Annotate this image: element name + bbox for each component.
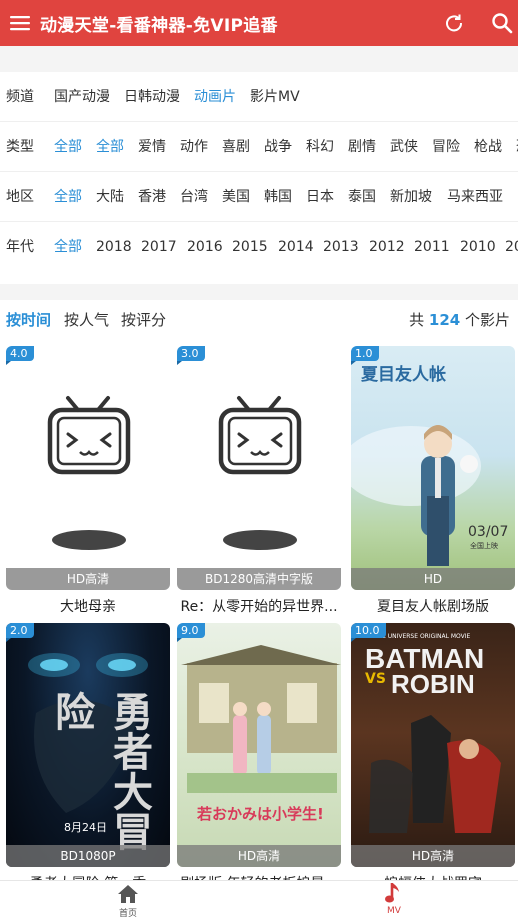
rating-badge: 4.0 xyxy=(6,346,34,365)
poster-release-date: 03/07 xyxy=(468,524,509,540)
filter-label-type: 类型 xyxy=(6,139,34,155)
filter-label-channel: 频道 xyxy=(6,89,34,105)
top-bar: 动漫天堂-看番神器-免VIP追番 xyxy=(0,0,518,46)
filter-option[interactable]: 武侠 xyxy=(390,122,418,171)
sort-bar: 按时间 按人气 按评分 共 124 个影片 xyxy=(0,300,518,340)
filter-option-selected[interactable]: 全部 xyxy=(54,172,82,221)
search-icon[interactable] xyxy=(490,11,514,35)
movie-poster[interactable]: 1.0 夏目友人帐 03/07 全国上映 HD xyxy=(351,346,515,590)
filter-option[interactable]: 韩国 xyxy=(264,172,292,221)
quality-label: BD1280高清中字版 xyxy=(177,568,341,590)
quality-label: HD xyxy=(351,568,515,590)
movie-grid: 4.0 HD高清 大地母亲 3.0 BD1280高清中字版 Re：从零开始的异世… xyxy=(0,340,518,892)
menu-icon[interactable] xyxy=(0,0,40,46)
filter-option[interactable]: 枪战 xyxy=(474,122,502,171)
filter-option[interactable]: 战争 xyxy=(264,122,292,171)
movie-title[interactable]: 夏目友人帐剧场版 xyxy=(351,596,515,616)
filter-option[interactable]: 国产动漫 xyxy=(54,72,110,121)
filter-option[interactable]: 2010 xyxy=(460,222,496,272)
filter-option[interactable]: 2011 xyxy=(414,222,450,272)
movie-poster[interactable]: 3.0 BD1280高清中字版 xyxy=(177,346,341,590)
nav-home[interactable]: 首页 xyxy=(88,881,168,918)
quality-label: BD1080P xyxy=(6,845,170,867)
rating-badge: 2.0 xyxy=(6,623,34,642)
movie-poster[interactable]: 9.0 若おかみは小学生! HD高清 xyxy=(177,623,341,867)
filter-option[interactable]: 2012 xyxy=(369,222,405,272)
filter-option-selected[interactable]: 动画片 xyxy=(194,72,236,121)
music-note-icon xyxy=(385,883,399,903)
quality-label: HD高清 xyxy=(351,845,515,867)
filter-label-region: 地区 xyxy=(6,189,34,205)
filter-option-selected[interactable]: 全部 xyxy=(96,122,124,171)
total-prefix: 共 xyxy=(409,311,425,329)
filter-option[interactable]: 台湾 xyxy=(180,172,208,221)
filter-panel: 频道 国产动漫 日韩动漫 动画片 影片MV 类型 全部 全部 爱情 动作 喜剧 … xyxy=(0,72,518,284)
filter-row-region: 地区 全部 大陆 香港 台湾 美国 韩国 日本 泰国 新加坡 马来西亚 xyxy=(0,172,518,222)
filter-option[interactable]: 香港 xyxy=(138,172,166,221)
poster-art xyxy=(369,715,501,833)
rating-badge: 10.0 xyxy=(351,623,386,642)
rating-badge: 9.0 xyxy=(177,623,205,642)
filter-option[interactable]: 泰国 xyxy=(348,172,376,221)
refresh-icon[interactable] xyxy=(442,11,466,35)
sort-by-time[interactable]: 按时间 xyxy=(6,300,51,340)
movie-poster[interactable]: 2.0 勇者大冒险 8月24日 BD1080P xyxy=(6,623,170,867)
poster-release-note: 全国上映 xyxy=(470,542,498,550)
movie-poster[interactable]: 10.0 DC UNIVERSE ORIGINAL MOVIE BATMAN V… xyxy=(351,623,515,867)
filter-option[interactable]: 冒险 xyxy=(432,122,460,171)
poster-release-date: 8月24日 xyxy=(64,821,107,834)
filter-option[interactable]: 日韩动漫 xyxy=(124,72,180,121)
filter-option-selected[interactable]: 全部 xyxy=(54,122,82,171)
sort-by-rating[interactable]: 按评分 xyxy=(121,300,166,340)
filter-option[interactable]: 影片MV xyxy=(250,72,300,121)
filter-row-type: 类型 全部 全部 爱情 动作 喜剧 战争 科幻 剧情 武侠 冒险 枪战 恐 xyxy=(0,122,518,172)
total-count: 共 124 个影片 xyxy=(409,300,510,340)
poster-art xyxy=(181,645,341,793)
nav-mv[interactable]: MV xyxy=(354,881,434,918)
quality-label: HD高清 xyxy=(6,568,170,590)
home-icon xyxy=(118,885,138,903)
placeholder-tv-icon xyxy=(47,396,131,550)
filter-option[interactable]: 美国 xyxy=(222,172,250,221)
nav-mv-label: MV xyxy=(387,906,401,916)
filter-option[interactable]: 喜剧 xyxy=(222,122,250,171)
filter-option[interactable]: 大陆 xyxy=(96,172,124,221)
total-suffix: 个影片 xyxy=(464,311,510,329)
app-title: 动漫天堂-看番神器-免VIP追番 xyxy=(40,15,278,36)
movie-poster[interactable]: 4.0 HD高清 xyxy=(6,346,170,590)
filter-option[interactable]: 日本 xyxy=(306,172,334,221)
poster-title-text: 勇者大冒险 xyxy=(48,691,153,851)
filter-option-selected[interactable]: 全部 xyxy=(54,222,82,272)
sort-by-popularity[interactable]: 按人气 xyxy=(64,300,109,340)
poster-title-text: 夏目友人帐 xyxy=(361,365,446,385)
rating-badge: 3.0 xyxy=(177,346,205,365)
app-screen: 动漫天堂-看番神器-免VIP追番 频道 国产动漫 日韩动漫 动画片 影片MV 类… xyxy=(0,0,518,918)
quality-label: HD高清 xyxy=(177,845,341,867)
filter-option[interactable]: 新加坡 xyxy=(390,172,432,221)
filter-option[interactable]: 2018 xyxy=(96,222,132,272)
total-number: 124 xyxy=(428,311,461,329)
filter-option[interactable]: 2017 xyxy=(141,222,177,272)
bottom-nav: 首页 MV xyxy=(0,880,518,918)
filter-option[interactable]: 剧情 xyxy=(348,122,376,171)
filter-option[interactable]: 2015 xyxy=(232,222,268,272)
filter-option[interactable]: 2009 xyxy=(505,222,518,272)
movie-title[interactable]: Re：从零开始的异世界... xyxy=(177,596,341,616)
filter-option[interactable]: 爱情 xyxy=(138,122,166,171)
rating-badge: 1.0 xyxy=(351,346,379,365)
placeholder-tv-icon xyxy=(218,396,302,550)
filter-option[interactable]: 2016 xyxy=(187,222,223,272)
nav-home-label: 首页 xyxy=(118,909,137,918)
filter-option[interactable]: 2014 xyxy=(278,222,314,272)
movie-title[interactable]: 大地母亲 xyxy=(6,596,170,616)
filter-option[interactable]: 动作 xyxy=(180,122,208,171)
filter-option[interactable]: 马来西亚 xyxy=(447,172,503,221)
filter-option[interactable]: 科幻 xyxy=(306,122,334,171)
filter-option[interactable]: 2013 xyxy=(323,222,359,272)
filter-label-year: 年代 xyxy=(6,239,34,255)
filter-row-channel: 频道 国产动漫 日韩动漫 动画片 影片MV xyxy=(0,72,518,122)
poster-title-text: 若おかみは小学生! xyxy=(197,805,324,823)
filter-row-year: 年代 全部 2018 2017 2016 2015 2014 2013 2012… xyxy=(0,222,518,272)
